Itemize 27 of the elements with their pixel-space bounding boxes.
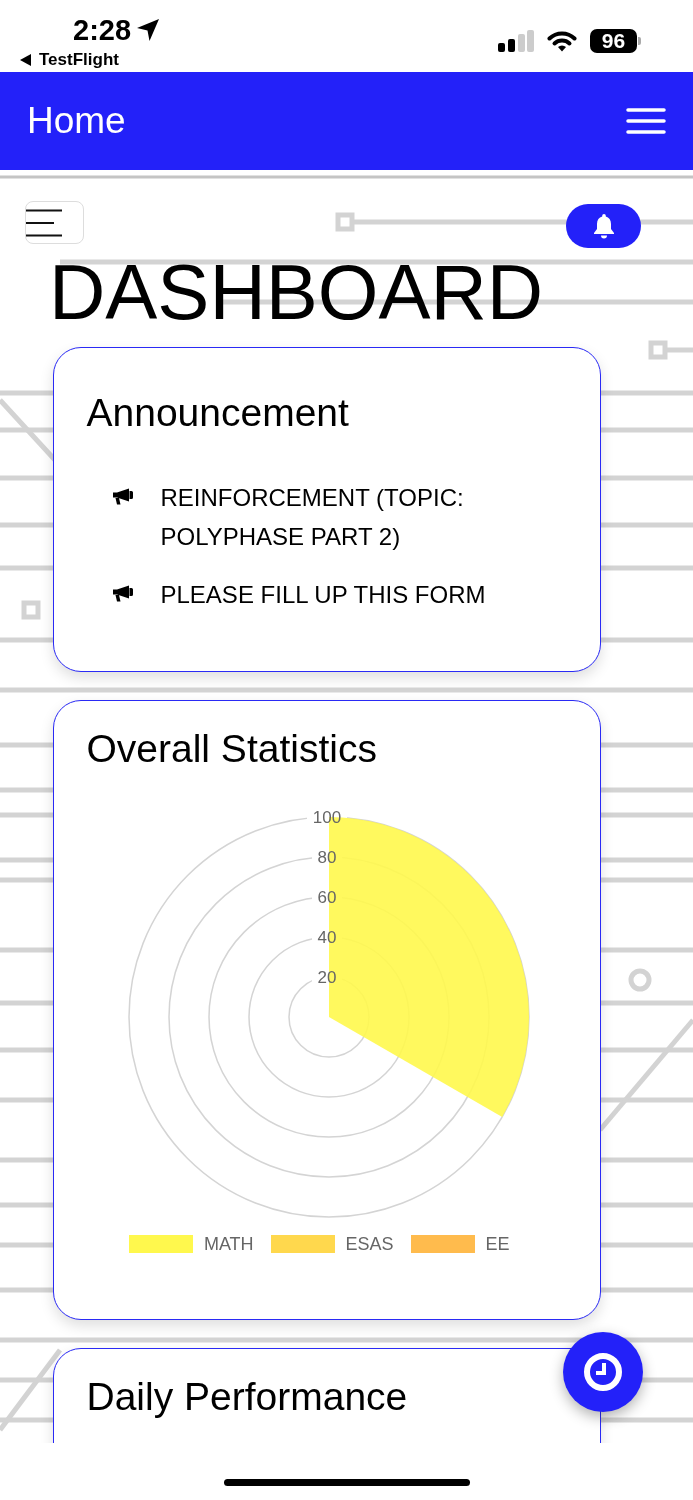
menu-icon xyxy=(26,208,63,237)
bell-icon xyxy=(592,213,615,239)
clock-time: 2:28 xyxy=(73,13,132,47)
location-arrow-icon xyxy=(137,19,160,41)
back-link[interactable]: TestFlight xyxy=(20,50,160,70)
signal-icon xyxy=(498,30,534,52)
page-title: Home xyxy=(27,99,126,143)
announcement-text: PLEASE FILL UP THIS FORM xyxy=(160,580,487,610)
menu-icon[interactable] xyxy=(626,108,666,134)
back-icon xyxy=(20,54,31,66)
floating-action-button[interactable] xyxy=(563,1332,643,1412)
announcement-text: REINFORCEMENT (TOPIC: POLYPHASE PART 2) xyxy=(160,483,465,552)
battery-indicator: 96 xyxy=(590,29,641,53)
legend-label: EE xyxy=(485,1234,510,1254)
axis-tick-label: 100 xyxy=(312,807,341,827)
clock-icon xyxy=(583,1352,623,1392)
card-title: Overall Statistics xyxy=(86,726,378,772)
megaphone-icon xyxy=(111,585,134,602)
card-title: Announcement xyxy=(86,390,350,436)
notification-button[interactable] xyxy=(566,204,641,248)
legend-label: MATH xyxy=(203,1234,254,1254)
card-title: Daily Performance xyxy=(86,1373,409,1420)
megaphone-icon xyxy=(111,488,134,505)
wifi-icon xyxy=(547,30,577,52)
dashboard-heading: DASHBOARD xyxy=(49,253,544,331)
legend-label: ESAS xyxy=(345,1234,394,1254)
sidebar-toggle-button[interactable] xyxy=(25,201,84,244)
